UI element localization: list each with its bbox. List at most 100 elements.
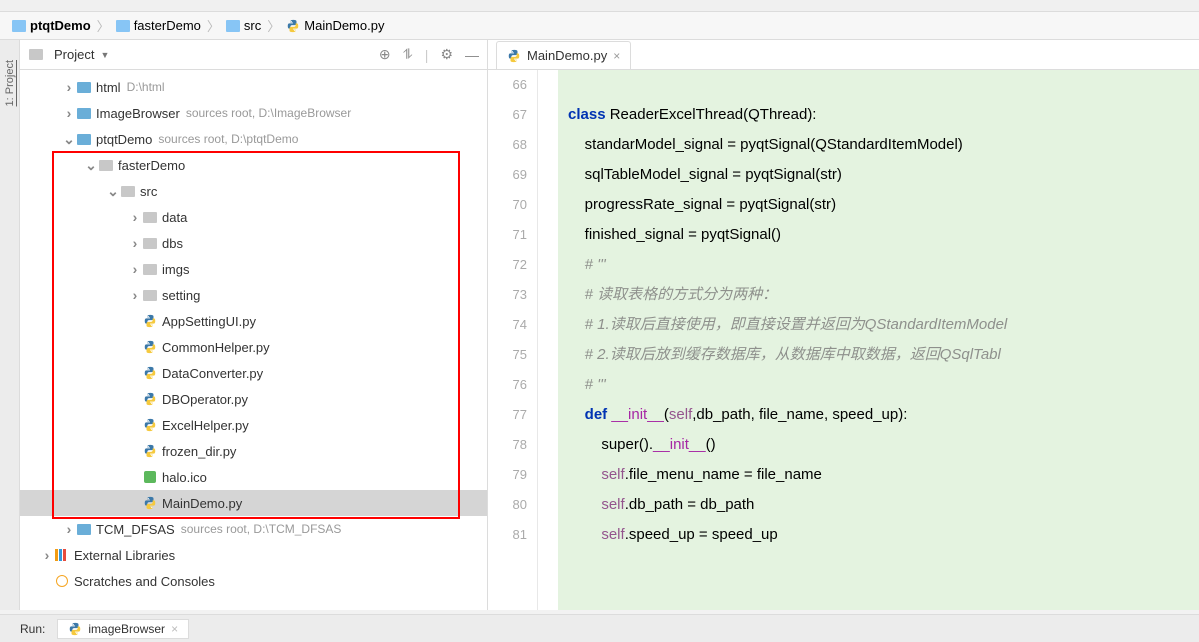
code-line[interactable]: # 读取表格的方式分为两种： — [568, 280, 1199, 310]
locate-icon[interactable]: ⊕ — [379, 46, 391, 63]
folder-icon — [76, 521, 92, 537]
chevron-down-icon[interactable]: ⌄ — [84, 157, 98, 174]
code-lines[interactable]: class ReaderExcelThread(QThread): standa… — [558, 70, 1199, 610]
python-icon — [142, 417, 158, 433]
code-line[interactable]: finished_signal = pyqtSignal() — [568, 220, 1199, 250]
tree-label: halo.ico — [162, 470, 207, 485]
python-icon — [142, 313, 158, 329]
tree-label: ExcelHelper.py — [162, 418, 249, 433]
code-line[interactable]: # ''' — [568, 250, 1199, 280]
project-icon — [28, 47, 44, 63]
tree-label: frozen_dir.py — [162, 444, 236, 459]
tree-row[interactable]: ›dbs — [20, 230, 487, 256]
chevron-right-icon[interactable]: › — [62, 521, 76, 537]
tree-row[interactable]: CommonHelper.py — [20, 334, 487, 360]
code-line[interactable]: standarModel_signal = pyqtSignal(QStanda… — [568, 130, 1199, 160]
project-panel-header: Project ▼ ⊕ ⥮ | ⚙ — — [20, 40, 487, 70]
left-tool-gutter: 1: Project — [0, 40, 20, 610]
chevron-right-icon[interactable]: › — [40, 547, 54, 563]
tree-row[interactable]: ExcelHelper.py — [20, 412, 487, 438]
collapse-all-icon[interactable]: ⥮ — [403, 46, 413, 63]
tree-row[interactable]: DBOperator.py — [20, 386, 487, 412]
tree-row[interactable]: ›TCM_DFSASsources root, D:\TCM_DFSAS — [20, 516, 487, 542]
tree-label: TCM_DFSAS — [96, 522, 175, 537]
folder-icon — [142, 209, 158, 225]
tree-label: setting — [162, 288, 200, 303]
chevron-down-icon[interactable]: ⌄ — [106, 183, 120, 200]
tree-label: imgs — [162, 262, 189, 277]
tree-row[interactable]: ›htmlD:\html — [20, 74, 487, 100]
code-line[interactable]: # 1.读取后直接使用，即直接设置并返回为QStandardItemModel — [568, 310, 1199, 340]
tree-row[interactable]: › imgs — [20, 256, 487, 282]
tree-row[interactable]: ⌄ fasterDemo — [20, 152, 487, 178]
tree-row[interactable]: Scratches and Consoles — [20, 568, 487, 594]
line-number: 81 — [488, 520, 527, 550]
line-number: 71 — [488, 220, 527, 250]
tree-row[interactable]: ⌄src — [20, 178, 487, 204]
run-tab[interactable]: imageBrowser × — [57, 619, 189, 639]
python-icon — [142, 495, 158, 511]
chevron-right-icon[interactable]: › — [128, 209, 142, 225]
gutter-markers — [538, 70, 558, 610]
chevron-right-icon[interactable]: › — [128, 287, 142, 303]
chevron-down-icon[interactable]: ⌄ — [62, 131, 76, 148]
close-icon[interactable]: × — [171, 622, 178, 636]
gear-icon[interactable]: ⚙ — [440, 46, 453, 63]
bottom-tool-bar: Run: imageBrowser × — [0, 614, 1199, 642]
code-line[interactable]: progressRate_signal = pyqtSignal(str) — [568, 190, 1199, 220]
breadcrumb-item[interactable]: fasterDemo — [116, 18, 201, 33]
tree-row[interactable]: › data — [20, 204, 487, 230]
code-line[interactable]: super().__init__() — [568, 430, 1199, 460]
chevron-right-icon[interactable]: › — [128, 235, 142, 251]
tree-row[interactable]: frozen_dir.py — [20, 438, 487, 464]
hide-icon[interactable]: — — [465, 47, 479, 63]
breadcrumb-item[interactable]: ptqtDemo — [12, 18, 91, 33]
tree-row[interactable]: halo.ico — [20, 464, 487, 490]
chevron-right-icon[interactable]: › — [62, 79, 76, 95]
breadcrumb-separator: 〉 — [207, 16, 220, 35]
breadcrumb-item[interactable]: MainDemo.py — [286, 18, 384, 33]
code-line[interactable]: self.db_path = db_path — [568, 490, 1199, 520]
chevron-right-icon[interactable]: › — [62, 105, 76, 121]
run-label[interactable]: Run: — [20, 622, 45, 636]
folder-icon — [226, 20, 240, 32]
line-number: 77 — [488, 400, 527, 430]
tree-label: fasterDemo — [118, 158, 185, 173]
tree-row[interactable]: ›ImageBrowsersources root, D:\ImageBrows… — [20, 100, 487, 126]
project-title[interactable]: Project — [54, 47, 94, 62]
project-tool-tab[interactable]: 1: Project — [4, 60, 16, 106]
line-number: 74 — [488, 310, 527, 340]
line-number: 72 — [488, 250, 527, 280]
chevron-right-icon[interactable]: › — [128, 261, 142, 277]
code-line[interactable]: self.speed_up = speed_up — [568, 520, 1199, 550]
tree-label: data — [162, 210, 187, 225]
breadcrumb-item[interactable]: src — [226, 18, 261, 33]
tree-label: ptqtDemo — [96, 132, 152, 147]
code-line[interactable]: self.file_menu_name = file_name — [568, 460, 1199, 490]
code-line[interactable]: class ReaderExcelThread(QThread): — [568, 100, 1199, 130]
project-tree[interactable]: ›htmlD:\html›ImageBrowsersources root, D… — [20, 70, 487, 610]
code-line[interactable]: def __init__(self,db_path, file_name, sp… — [568, 400, 1199, 430]
breadcrumb-separator: 〉 — [97, 16, 110, 35]
python-icon — [142, 365, 158, 381]
code-line[interactable]: sqlTableModel_signal = pyqtSignal(str) — [568, 160, 1199, 190]
editor-tab-maindemo[interactable]: MainDemo.py × — [496, 41, 631, 69]
tree-row[interactable]: AppSettingUI.py — [20, 308, 487, 334]
project-dropdown-icon[interactable]: ▼ — [100, 50, 109, 60]
code-line[interactable] — [568, 70, 1199, 100]
library-icon — [54, 547, 70, 563]
folder-icon — [116, 20, 130, 32]
tree-row[interactable]: ›External Libraries — [20, 542, 487, 568]
tree-label: DBOperator.py — [162, 392, 248, 407]
code-editor[interactable]: 66676869707172737475767778798081 class R… — [488, 70, 1199, 610]
code-line[interactable]: # 2.读取后放到缓存数据库，从数据库中取数据，返回QSqlTabl — [568, 340, 1199, 370]
close-icon[interactable]: × — [613, 49, 620, 63]
tree-row[interactable]: ⌄ptqtDemosources root, D:\ptqtDemo — [20, 126, 487, 152]
code-line[interactable]: # ''' — [568, 370, 1199, 400]
line-number: 66 — [488, 70, 527, 100]
tree-row[interactable]: DataConverter.py — [20, 360, 487, 386]
tree-row[interactable]: › setting — [20, 282, 487, 308]
tree-row[interactable]: MainDemo.py — [20, 490, 487, 516]
python-icon — [68, 622, 82, 636]
line-number: 73 — [488, 280, 527, 310]
